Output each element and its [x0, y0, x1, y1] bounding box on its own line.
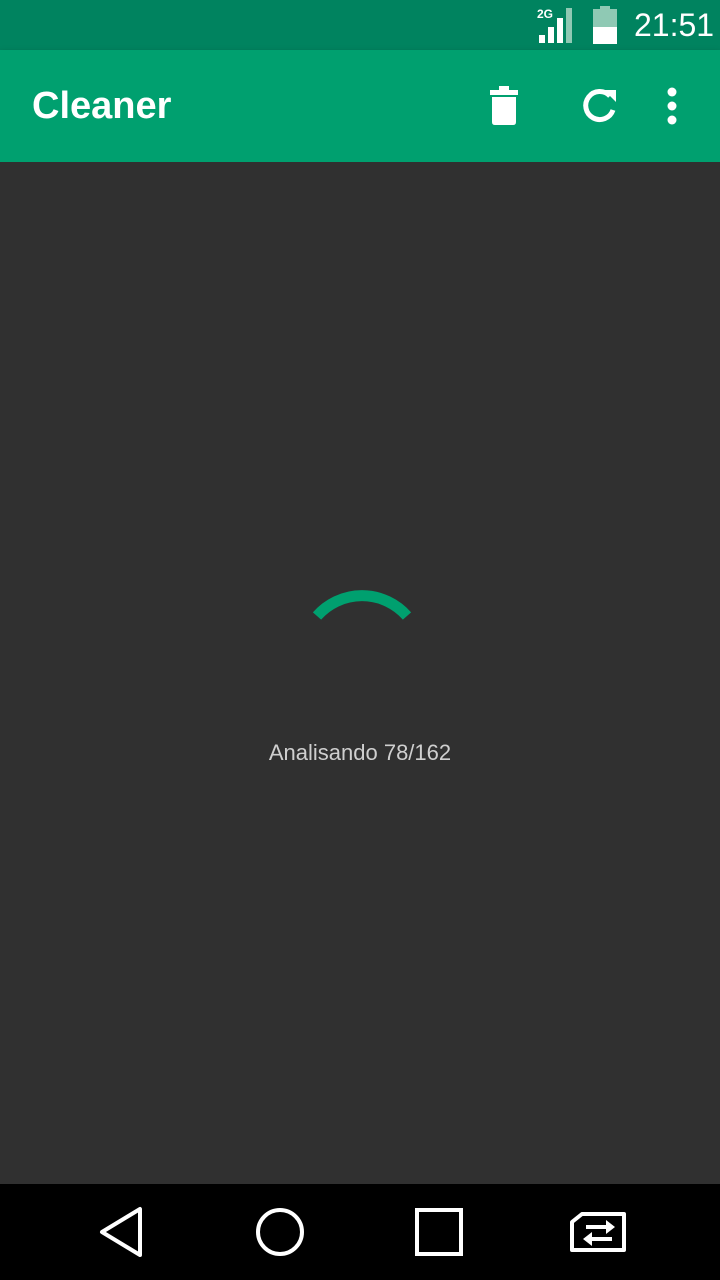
refresh-button[interactable]: [568, 74, 632, 138]
battery-icon: [593, 6, 617, 44]
recents-button[interactable]: [407, 1200, 471, 1264]
main-content: Analisando 78/162: [0, 162, 720, 1184]
more-vert-icon: [667, 87, 677, 125]
refresh-icon: [583, 89, 616, 122]
progress-text: Analisando 78/162: [268, 740, 452, 765]
loading-spinner: [312, 590, 412, 620]
navigation-bar: [0, 1184, 720, 1280]
status-bar: 2G 21:51: [0, 0, 720, 50]
app-bar: Cleaner: [0, 50, 720, 162]
more-options-button[interactable]: [640, 74, 704, 138]
home-button[interactable]: [248, 1200, 312, 1264]
network-type-label: 2G: [537, 7, 553, 21]
app-title: Cleaner: [32, 85, 172, 127]
status-clock: 21:51: [634, 7, 715, 43]
recents-icon: [415, 1208, 463, 1256]
signal-icon: 2G: [537, 7, 572, 43]
back-icon: [100, 1207, 142, 1257]
delete-button[interactable]: [472, 74, 536, 138]
switch-sim-icon: [570, 1212, 626, 1252]
trash-icon: [490, 86, 518, 125]
switch-sim-button[interactable]: [566, 1200, 630, 1264]
home-icon: [256, 1208, 304, 1256]
back-button[interactable]: [90, 1200, 154, 1264]
